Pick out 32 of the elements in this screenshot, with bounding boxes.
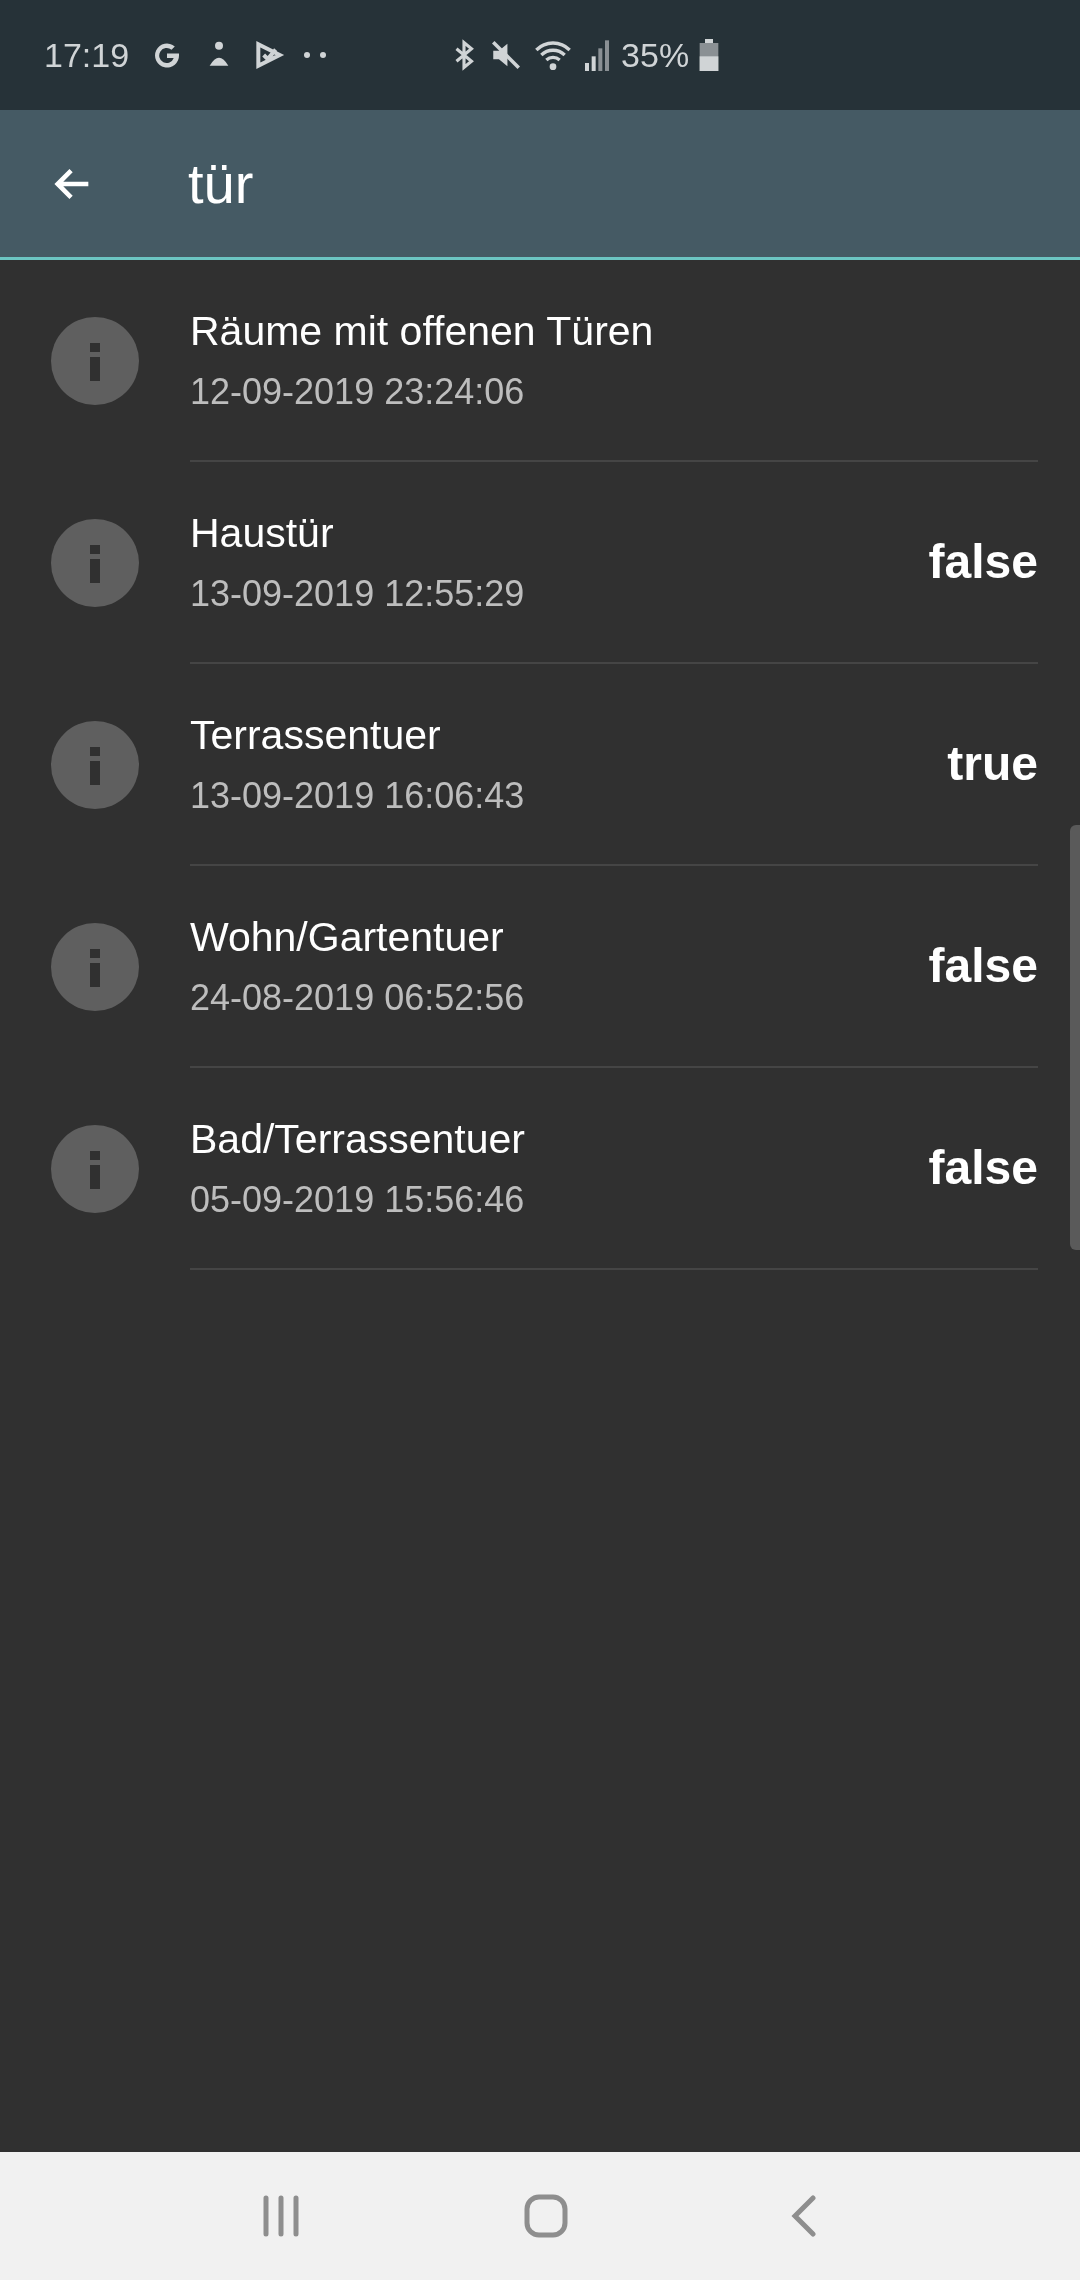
item-timestamp: 13-09-2019 12:55:29 [190,575,526,612]
info-icon [51,923,139,1011]
list-item[interactable]: Terrassentuer 13-09-2019 16:06:43 true [0,664,1068,866]
item-value: false [928,1140,1038,1196]
list-item[interactable]: Wohn/Gartentuer 24-08-2019 06:52:56 false [0,866,1068,1068]
battery-icon [699,39,720,71]
home-icon[interactable] [524,2194,568,2238]
item-timestamp: 05-09-2019 15:56:46 [190,1181,526,1218]
info-icon [51,721,139,809]
item-name: Haustür [190,512,335,554]
list-item[interactable]: Bad/Terrassentuer 05-09-2019 15:56:46 false [0,1068,1068,1270]
app-title: tür [188,150,254,217]
item-timestamp: 24-08-2019 06:52:56 [190,979,526,1016]
item-name: Wohn/Gartentuer [190,916,505,958]
item-name: Terrassentuer [190,714,442,756]
item-value: true [947,736,1038,792]
list-item[interactable]: Haustür 13-09-2019 12:55:29 false [0,462,1068,664]
item-name: Räume mit offenen Türen [190,310,655,352]
battery-percent: 35% [621,34,690,76]
list-item[interactable]: Räume mit offenen Türen 12-09-2019 23:24:06 [0,260,1068,462]
item-timestamp: 13-09-2019 16:06:43 [190,777,526,814]
item-value: false [928,938,1038,994]
info-icon [51,519,139,607]
recent-apps-icon[interactable] [261,2195,302,2237]
back-icon[interactable] [790,2195,819,2237]
item-value: false [928,534,1038,590]
signal-icon [583,39,612,71]
info-icon [51,1125,139,1213]
item-timestamp: 12-09-2019 23:24:06 [190,373,526,410]
item-name: Bad/Terrassentuer [190,1118,526,1160]
status-time: 17:19 [44,34,130,76]
info-icon [51,317,139,405]
